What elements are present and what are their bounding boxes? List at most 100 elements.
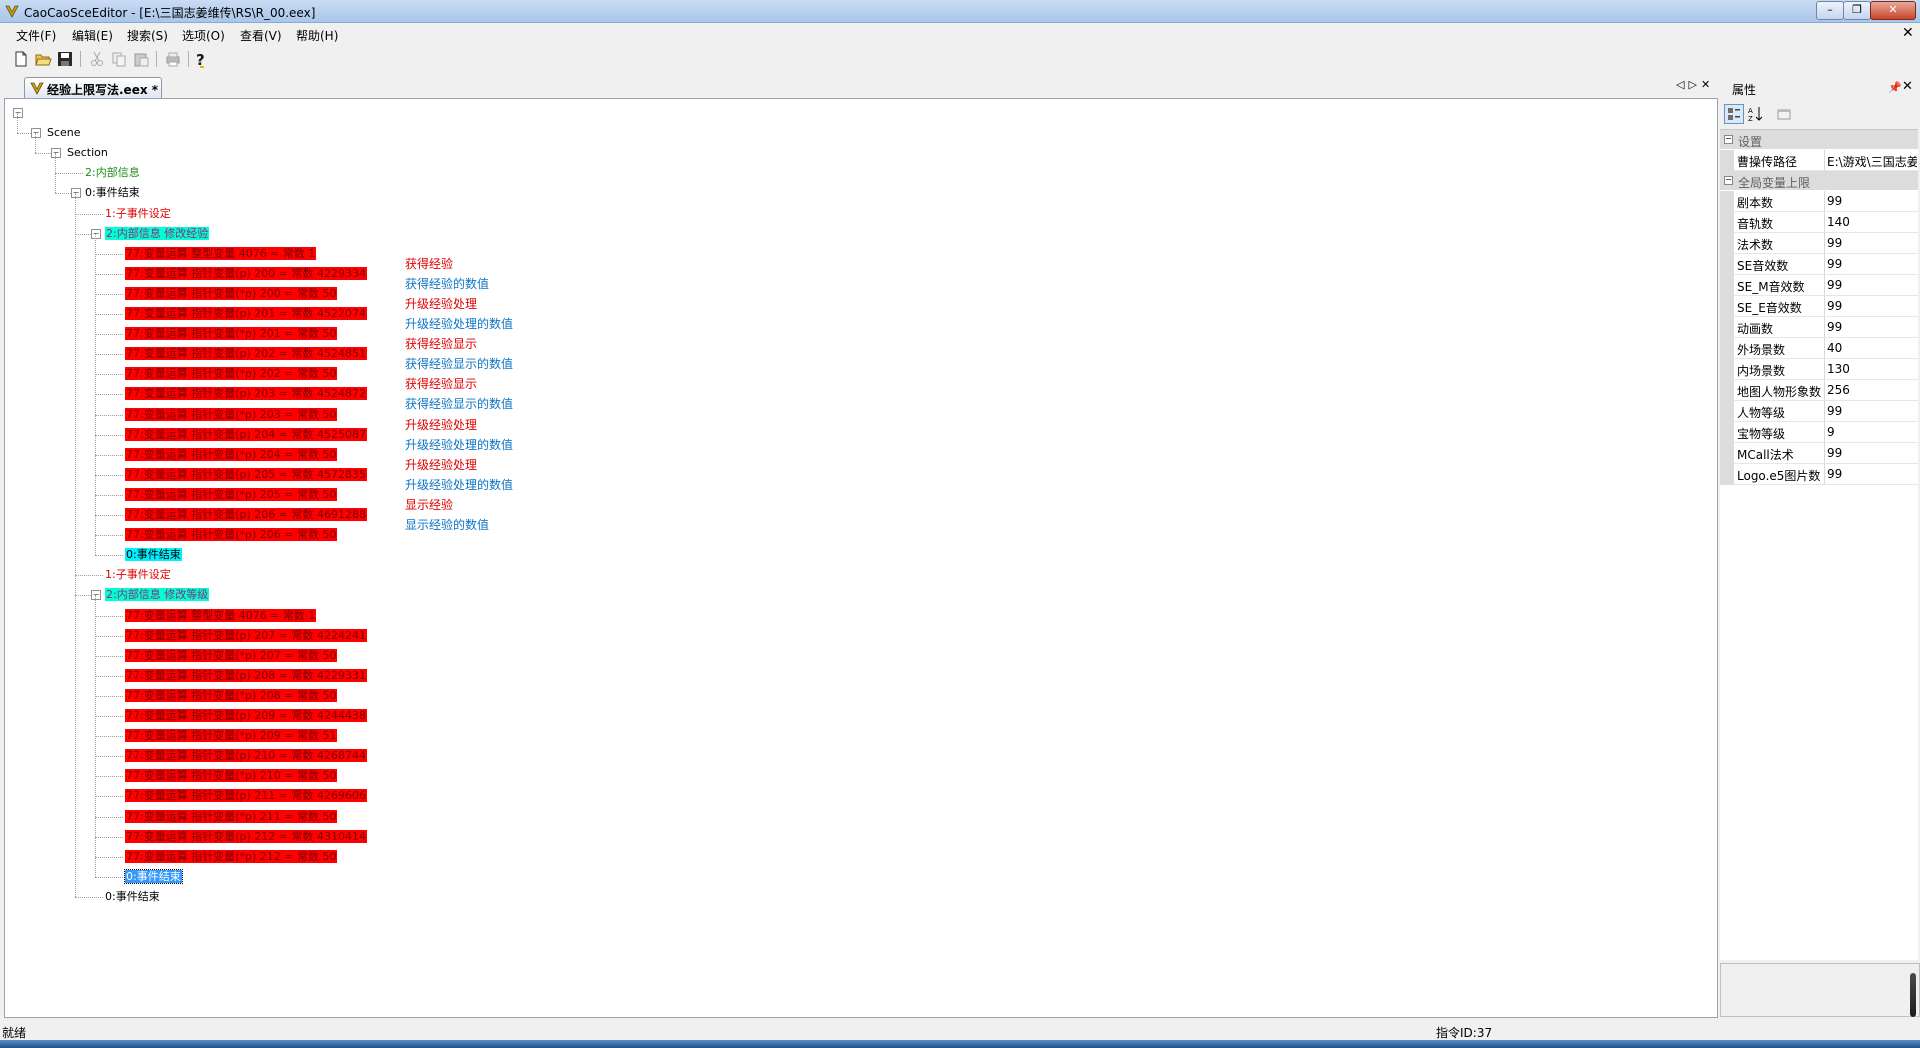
tree-node-group-header[interactable]: 2:内部信息 修改经验 — [105, 226, 210, 241]
tree-node-op[interactable]: 77:变量运算 指针变量(*p) 208 = 常数 50 — [125, 688, 338, 703]
property-row[interactable]: 宝物等级 9 — [1720, 422, 1918, 443]
tree-node-event-end-selected[interactable]: 0:事件结束 — [124, 868, 183, 884]
tree-node-sub-event[interactable]: 1:子事件设定 — [105, 567, 171, 582]
property-row[interactable]: 剧本数 99 — [1720, 191, 1918, 212]
tree-node-op[interactable]: 77:变量运算 指针变量(*p) 200 = 常数 50 — [125, 286, 338, 301]
property-row[interactable]: 法术数 99 — [1720, 233, 1918, 254]
tree-node-op[interactable]: 77:变量运算 指针变量(p) 212 = 常数 4310414 — [125, 829, 367, 844]
property-row[interactable]: 动画数 99 — [1720, 317, 1918, 338]
menu-edit[interactable]: 编辑(E) — [72, 27, 113, 44]
close-document-icon[interactable]: ✕ — [1902, 25, 1914, 41]
tree-collapse-icon[interactable]: − — [51, 148, 61, 159]
property-value[interactable]: E:\游戏\三国志姜维 — [1827, 153, 1917, 170]
property-value[interactable]: 40 — [1827, 341, 1917, 355]
property-value[interactable]: 99 — [1827, 404, 1917, 418]
new-file-icon[interactable] — [12, 50, 30, 68]
tree-node-op[interactable]: 77:变量运算 指针变量(p) 210 = 常数 4268744 — [125, 748, 367, 763]
tree-node-event-end[interactable]: 0:事件结束 — [125, 547, 182, 562]
tree-node-op[interactable]: 77:变量运算 指针变量(p) 207 = 常数 4224241 — [125, 628, 367, 643]
menu-search[interactable]: 搜索(S) — [127, 27, 168, 44]
pin-icon[interactable]: 📌 — [1888, 81, 1902, 94]
tree-node-info[interactable]: 2:内部信息 — [85, 165, 140, 180]
tree-node-op[interactable]: 77:变量运算 指针变量(p) 202 = 常数 4524851 — [125, 346, 367, 361]
property-pages-icon[interactable] — [1774, 104, 1794, 124]
tree-node-op[interactable]: 77:变量运算 指针变量(p) 211 = 常数 4269606 — [125, 788, 367, 803]
tree-node-op[interactable]: 77:变量运算 指针变量(*p) 204 = 常数 50 — [125, 447, 338, 462]
paste-icon[interactable] — [132, 50, 150, 68]
tree-node-op[interactable]: 77:变量运算 指针变量(*p) 212 = 常数 50 — [125, 849, 338, 864]
tree-node-sub-event[interactable]: 1:子事件设定 — [105, 206, 171, 221]
tree-node-op[interactable]: 77:变量运算 指针变量(p) 208 = 常数 4229331 — [125, 668, 367, 683]
tree-node-op[interactable]: 77:变量运算 整型变量 4076 = 常数 1 — [125, 246, 317, 261]
document-tab[interactable]: 经验上限写法.eex * — [24, 77, 162, 99]
copy-icon[interactable] — [110, 50, 128, 68]
save-icon[interactable] — [56, 50, 74, 68]
tree-node-op[interactable]: 77:变量运算 指针变量(*p) 209 = 常数 51 — [125, 728, 338, 743]
event-tree-panel[interactable]: − − Scene − Section 2:内部信息 −0:事件结束 1:子事件设定 −2:内部… — [4, 98, 1718, 1018]
tree-collapse-icon[interactable]: − — [91, 228, 101, 239]
maximize-button[interactable]: ❐ — [1843, 1, 1871, 20]
property-row[interactable]: 人物等级 99 — [1720, 401, 1918, 422]
tree-node-op[interactable]: 77:变量运算 指针变量(*p) 207 = 常数 50 — [125, 648, 338, 663]
property-value[interactable]: 99 — [1827, 446, 1917, 460]
tree-node-event-end[interactable]: 0:事件结束 — [85, 185, 140, 200]
tree-node-op[interactable]: 77:变量运算 指针变量(p) 203 = 常数 4524872 — [125, 386, 367, 401]
property-row[interactable]: SE_M音效数 99 — [1720, 275, 1918, 296]
property-row[interactable]: 外场景数 40 — [1720, 338, 1918, 359]
print-icon[interactable] — [164, 50, 182, 68]
menu-file[interactable]: 文件(F) — [16, 27, 56, 44]
property-row[interactable]: 内场景数 130 — [1720, 359, 1918, 380]
tree-node-op[interactable]: 77:变量运算 指针变量(*p) 201 = 常数 50 — [125, 326, 338, 341]
property-value[interactable]: 140 — [1827, 215, 1917, 229]
tree-node-op[interactable]: 77:变量运算 指针变量(*p) 203 = 常数 50 — [125, 407, 338, 422]
property-row[interactable]: SE_E音效数 99 — [1720, 296, 1918, 317]
tree-collapse-icon[interactable]: − — [91, 590, 101, 601]
tab-scroll-right-icon[interactable]: ▷ — [1688, 78, 1700, 91]
tree-node-group-header[interactable]: 2:内部信息 修改等级 — [105, 587, 210, 602]
cut-icon[interactable] — [88, 50, 106, 68]
tree-node-op[interactable]: 77:变量运算 指针变量(*p) 210 = 常数 50 — [125, 768, 338, 783]
tree-node-op[interactable]: 77:变量运算 指针变量(p) 200 = 常数 4229334 — [125, 266, 367, 281]
help-icon[interactable]: ? — [192, 50, 210, 68]
close-panel-icon[interactable]: ✕ — [1902, 79, 1913, 94]
alphabetical-sort-icon[interactable]: AZ — [1746, 104, 1766, 124]
property-value[interactable]: 99 — [1827, 320, 1917, 334]
close-window-button[interactable]: ✕ — [1870, 1, 1916, 20]
tree-node-op[interactable]: 77:变量运算 整型变量 4076 = 常数 1 — [125, 608, 317, 623]
tab-scroll-left-icon[interactable]: ◁ — [1676, 78, 1688, 91]
tree-node-op[interactable]: 77:变量运算 指针变量(*p) 202 = 常数 50 — [125, 366, 338, 381]
property-value[interactable]: 99 — [1827, 194, 1917, 208]
tree-node-op[interactable]: 77:变量运算 指针变量(p) 206 = 常数 4691288 — [125, 507, 367, 522]
property-value[interactable]: 99 — [1827, 467, 1917, 481]
property-row[interactable]: 音轨数 140 — [1720, 212, 1918, 233]
property-value[interactable]: 99 — [1827, 299, 1917, 313]
tree-collapse-icon[interactable]: − — [31, 128, 41, 139]
tree-node-op[interactable]: 77:变量运算 指针变量(p) 201 = 常数 4522074 — [125, 306, 367, 321]
scroll-grip[interactable] — [1910, 973, 1916, 1017]
category-collapse-icon[interactable]: − — [1724, 176, 1733, 185]
tree-node-event-end[interactable]: 0:事件结束 — [105, 889, 160, 904]
tree-node-op[interactable]: 77:变量运算 指针变量(p) 209 = 常数 4244438 — [125, 708, 367, 723]
property-value[interactable]: 9 — [1827, 425, 1917, 439]
tree-node-op[interactable]: 77:变量运算 指针变量(p) 205 = 常数 4572835 — [125, 467, 367, 482]
category-collapse-icon[interactable]: − — [1724, 135, 1733, 144]
tree-node-op[interactable]: 77:变量运算 指针变量(*p) 206 = 常数 50 — [125, 527, 338, 542]
menu-view[interactable]: 查看(V) — [240, 27, 282, 44]
menu-options[interactable]: 选项(O) — [182, 27, 225, 44]
property-value[interactable]: 99 — [1827, 236, 1917, 250]
property-value[interactable]: 99 — [1827, 257, 1917, 271]
tree-node-scene[interactable]: Scene — [47, 125, 81, 140]
categorized-view-icon[interactable] — [1724, 104, 1744, 124]
tree-node-op[interactable]: 77:变量运算 指针变量(*p) 205 = 常数 50 — [125, 487, 338, 502]
tree-node-op[interactable]: 77:变量运算 指针变量(*p) 211 = 常数 50 — [125, 809, 338, 824]
property-value[interactable]: 99 — [1827, 278, 1917, 292]
property-row[interactable]: MCall法术 99 — [1720, 443, 1918, 464]
open-folder-icon[interactable] — [34, 50, 52, 68]
property-value[interactable]: 130 — [1827, 362, 1917, 376]
tree-node-op[interactable]: 77:变量运算 指针变量(p) 204 = 常数 4525087 — [125, 427, 367, 442]
tree-collapse-icon[interactable]: − — [71, 188, 81, 199]
property-category[interactable]: − 全局变量上限 — [1720, 171, 1918, 190]
property-row[interactable]: 曹操传路径 E:\游戏\三国志姜维 — [1720, 150, 1918, 171]
property-category[interactable]: − 设置 — [1720, 130, 1918, 149]
menu-help[interactable]: 帮助(H) — [296, 27, 338, 44]
